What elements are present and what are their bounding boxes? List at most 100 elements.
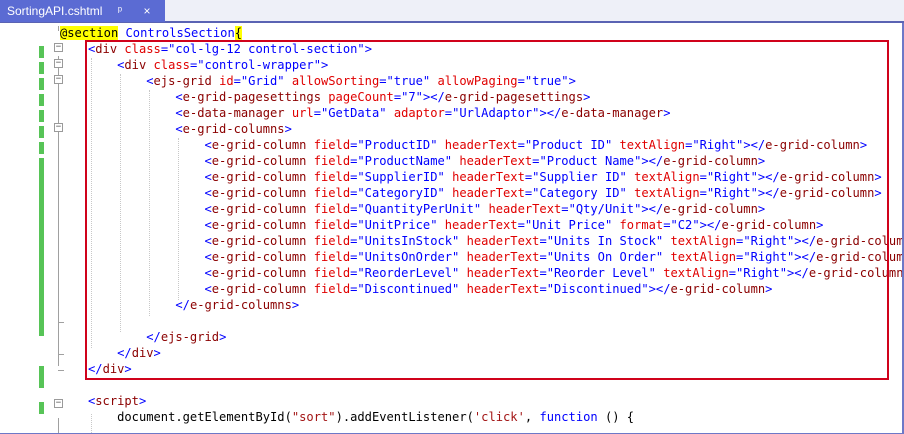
code-token: field <box>313 282 351 296</box>
code-token: e-grid-column <box>211 282 307 296</box>
code-token: < <box>204 138 212 152</box>
code-token: () { <box>597 410 635 424</box>
code-token: < <box>204 154 212 168</box>
code-token: ></ <box>539 106 562 120</box>
code-token: "Units On Order" <box>546 250 664 264</box>
code-token: ></ <box>641 154 664 168</box>
code-line[interactable] <box>0 377 902 393</box>
code-line[interactable]: <e-grid-column field="ProductName" heade… <box>0 153 902 169</box>
code-line-text: <e-grid-column field="ReorderLevel" head… <box>88 265 903 281</box>
code-token: e-grid-column <box>211 234 307 248</box>
code-token: "Discontinued" <box>546 282 649 296</box>
code-line[interactable]: <div class="control-wrapper"> <box>0 57 902 73</box>
code-line[interactable]: </ejs-grid> <box>0 329 902 345</box>
code-token: textAlign <box>634 186 700 200</box>
code-token: "UnitsInStock" <box>357 234 460 248</box>
code-token: headerText <box>466 250 540 264</box>
code-line[interactable]: <e-data-manager url="GetData" adaptor="U… <box>0 105 902 121</box>
code-token: "Discontinued" <box>357 282 460 296</box>
code-token: ejs-grid <box>160 330 220 344</box>
code-token: ></ <box>787 266 809 280</box>
code-line[interactable]: <ejs-grid id="Grid" allowSorting="true" … <box>0 73 902 89</box>
code-line-text: <e-grid-column field="UnitsOnOrder" head… <box>88 249 903 265</box>
code-token: = <box>379 74 387 88</box>
code-line[interactable]: <e-grid-column field="UnitPrice" headerT… <box>0 217 902 233</box>
code-line-text: <e-grid-column field="ProductID" headerT… <box>88 137 868 153</box>
code-line[interactable] <box>0 425 902 433</box>
code-line-text: <e-grid-column field="Discontinued" head… <box>88 281 773 297</box>
code-line[interactable]: <e-grid-columns> <box>0 121 902 137</box>
code-token: > <box>874 170 882 184</box>
code-token: "true" <box>386 74 431 88</box>
code-token: "Category ID" <box>532 186 627 200</box>
code-line[interactable]: <e-grid-column field="CategoryID" header… <box>0 185 902 201</box>
code-editor[interactable]: − − − − − @section ControlsSection{<div … <box>0 24 902 433</box>
code-line[interactable]: </div> <box>0 345 902 361</box>
code-token: e-data-manager <box>561 106 664 120</box>
code-token: > <box>153 346 161 360</box>
code-token: document.getElementById( <box>88 410 292 424</box>
code-line[interactable]: document.getElementById("sort").addEvent… <box>0 409 902 425</box>
code-token: e-grid-column <box>721 218 817 232</box>
code-token: textAlign <box>670 250 737 264</box>
code-token: < <box>204 250 212 264</box>
code-token: e-grid-column <box>816 234 902 248</box>
code-token: { <box>234 26 243 40</box>
close-icon[interactable]: × <box>140 0 154 22</box>
code-token: e-grid-column <box>779 170 875 184</box>
code-token: "Units In Stock" <box>546 234 664 248</box>
code-token: > <box>291 298 300 312</box>
code-line[interactable]: </div> <box>0 361 902 377</box>
code-line-text: <ejs-grid id="Grid" allowSorting="true" … <box>88 73 576 89</box>
tab-sortingapi-cshtml[interactable]: SortingAPI.cshtml ᵖ × <box>0 0 165 22</box>
code-token: class <box>153 58 190 72</box>
code-token: = <box>517 74 525 88</box>
code-token: pageCount <box>328 90 394 104</box>
code-line[interactable]: </e-grid-columns> <box>0 297 902 313</box>
code-token: "Product ID" <box>524 138 613 152</box>
code-line[interactable]: @section ControlsSection{ <box>0 25 902 41</box>
code-line[interactable]: <e-grid-column field="UnitsOnOrder" head… <box>0 249 903 265</box>
code-line[interactable]: <e-grid-column field="ReorderLevel" head… <box>0 265 903 281</box>
code-token: > <box>583 90 591 104</box>
code-editor-window: SortingAPI.cshtml ᵖ × − − − − − @section… <box>0 0 904 434</box>
code-line[interactable]: <e-grid-column field="Discontinued" head… <box>0 281 902 297</box>
code-line[interactable]: <script> <box>0 393 902 409</box>
code-token: "Grid" <box>240 74 285 88</box>
code-line[interactable]: <e-grid-column field="UnitsInStock" head… <box>0 233 903 249</box>
code-line-text: @section ControlsSection{ <box>60 25 243 41</box>
code-line[interactable] <box>0 313 902 329</box>
code-token: field <box>313 266 351 280</box>
code-line[interactable]: <e-grid-column field="QuantityPerUnit" h… <box>0 201 902 217</box>
code-token: allowSorting <box>291 74 380 88</box>
code-token: > <box>364 42 372 56</box>
code-line[interactable]: <e-grid-column field="SupplierID" header… <box>0 169 902 185</box>
code-line[interactable]: <e-grid-column field="ProductID" headerT… <box>0 137 902 153</box>
code-line[interactable]: <e-grid-pagesettings pageCount="7"></e-g… <box>0 89 902 105</box>
code-token: format <box>619 218 664 232</box>
code-line[interactable]: <div class="col-lg-12 control-section"> <box>0 41 902 57</box>
code-token: > <box>284 122 292 136</box>
code-token: ></ <box>422 90 445 104</box>
code-token: div <box>124 58 147 72</box>
pin-icon[interactable]: ᵖ <box>113 0 127 22</box>
code-token: "Reorder Level" <box>546 266 656 280</box>
code-token: e-grid-column <box>663 202 758 216</box>
code-line-text: <e-grid-columns> <box>88 121 292 137</box>
code-token: </ <box>175 298 190 312</box>
code-token: headerText <box>452 170 525 184</box>
